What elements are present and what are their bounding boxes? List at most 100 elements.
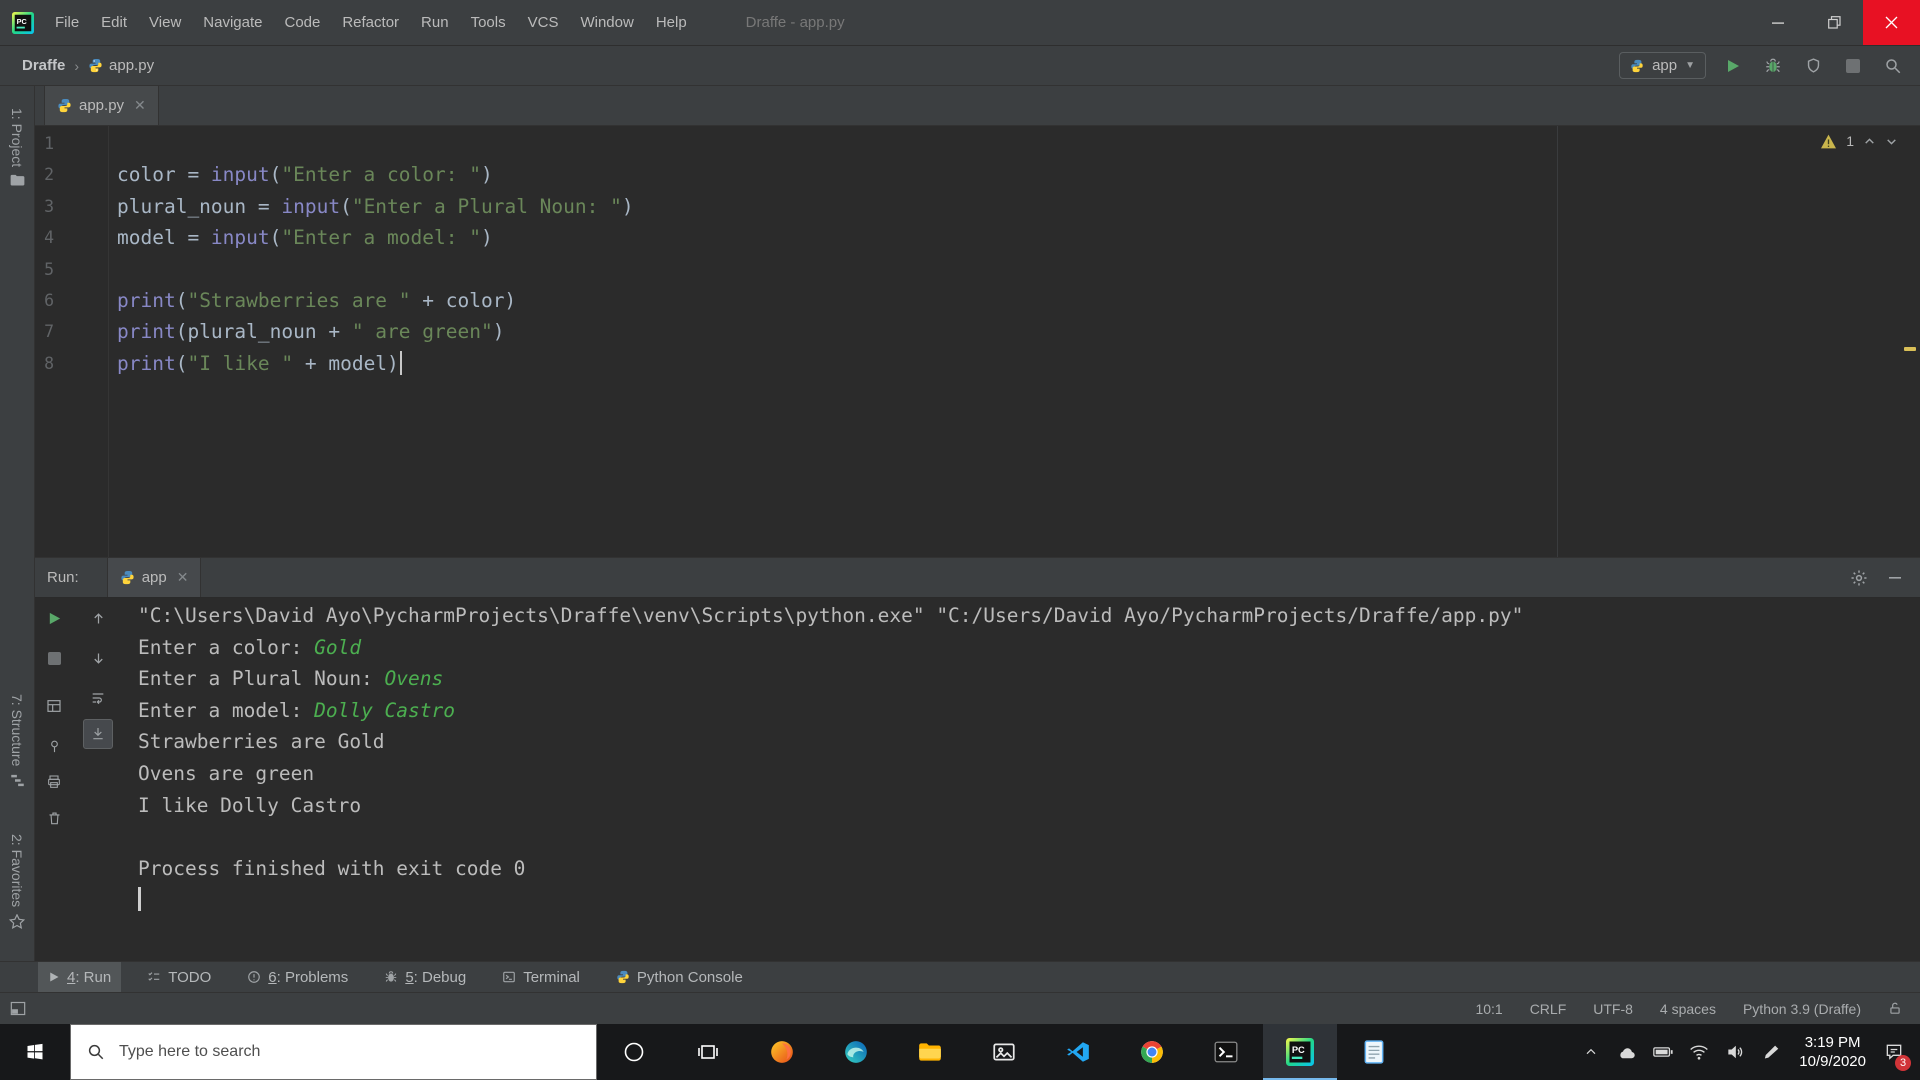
- tool-window-button-problems[interactable]: 6: Problems: [237, 962, 358, 992]
- line-number: 7: [44, 322, 54, 342]
- clear-console-button[interactable]: [39, 803, 69, 833]
- text-caret: [399, 350, 402, 375]
- console-line: I like Dolly Castro: [138, 793, 362, 817]
- todo-icon: [148, 972, 160, 981]
- notepad-icon[interactable]: [1337, 1024, 1411, 1080]
- tool-window-button-todo[interactable]: TODO: [137, 962, 221, 992]
- python-console-icon: [617, 970, 629, 984]
- taskbar-search[interactable]: [70, 1024, 597, 1080]
- menu-item-run[interactable]: Run: [410, 0, 460, 45]
- file-encoding[interactable]: UTF-8: [1593, 1001, 1633, 1017]
- breadcrumb-project[interactable]: Draffe: [22, 57, 65, 74]
- line-number: 5: [44, 259, 54, 279]
- task-view-button[interactable]: [671, 1024, 745, 1080]
- next-error-icon[interactable]: [1885, 135, 1898, 148]
- edge-icon[interactable]: [819, 1024, 893, 1080]
- chrome-icon[interactable]: [1115, 1024, 1189, 1080]
- volume-icon[interactable]: [1717, 1024, 1753, 1080]
- restore-layout-button[interactable]: [39, 691, 69, 721]
- run-configuration-select[interactable]: app ▼: [1619, 52, 1706, 79]
- line-separator[interactable]: CRLF: [1530, 1001, 1567, 1017]
- soft-wrap-button[interactable]: [83, 683, 113, 713]
- indent-style[interactable]: 4 spaces: [1660, 1001, 1716, 1017]
- search-input[interactable]: [117, 1042, 541, 1062]
- console-line: Strawberries are Gold: [138, 730, 385, 754]
- menu-item-view[interactable]: View: [138, 0, 192, 45]
- photos-icon[interactable]: [967, 1024, 1041, 1080]
- tab-app-py[interactable]: app.py ✕: [44, 86, 159, 125]
- rerun-button[interactable]: [39, 603, 69, 633]
- breadcrumb-file[interactable]: app.py: [88, 57, 154, 74]
- navigate-down-button[interactable]: [83, 643, 113, 673]
- menu-item-help[interactable]: Help: [645, 0, 698, 45]
- coverage-button[interactable]: [1800, 53, 1826, 79]
- action-center-button[interactable]: 3: [1876, 1024, 1912, 1080]
- code-editor[interactable]: 1 2 3 4 5 6 7 8 color = input("Enter a color: "…: [35, 126, 1920, 557]
- hide-panel-icon[interactable]: [1888, 571, 1902, 585]
- console-output[interactable]: "C:\Users\David Ayo\PycharmProjects\Draf…: [138, 600, 1912, 916]
- run-tab-label: app: [141, 569, 167, 586]
- file-explorer-icon[interactable]: [893, 1024, 967, 1080]
- menu-item-navigate[interactable]: Navigate: [192, 0, 273, 45]
- inspections-widget[interactable]: 1: [1820, 133, 1898, 149]
- taskbar-clock[interactable]: 3:19 PM 10/9/2020: [1789, 1033, 1876, 1071]
- menu-item-tools[interactable]: Tools: [460, 0, 517, 45]
- tool-window-button-run[interactable]: 4: Run: [38, 962, 122, 992]
- tool-window-button-python-console[interactable]: Python Console: [606, 962, 753, 992]
- navigate-up-button[interactable]: [83, 603, 113, 633]
- tab-close-icon[interactable]: ✕: [134, 97, 146, 114]
- close-button[interactable]: [1863, 0, 1920, 45]
- console-line: Ovens are green: [138, 761, 315, 785]
- tool-button-structure[interactable]: 7: Structure: [0, 694, 34, 788]
- lock-icon[interactable]: [1888, 1001, 1902, 1016]
- scroll-to-end-button[interactable]: [83, 719, 113, 749]
- prev-error-icon[interactable]: [1863, 135, 1876, 148]
- menu-item-file[interactable]: File: [44, 0, 90, 45]
- stop-button[interactable]: [1840, 53, 1866, 79]
- editor-code[interactable]: color = input("Enter a color: ") plural_n…: [109, 126, 1920, 557]
- tool-window-button-terminal[interactable]: Terminal: [492, 962, 590, 992]
- vscode-icon[interactable]: [1041, 1024, 1115, 1080]
- debug-tool-icon: [386, 971, 397, 982]
- network-wifi-icon[interactable]: [1681, 1024, 1717, 1080]
- caret-position[interactable]: 10:1: [1475, 1001, 1502, 1017]
- menu-item-code[interactable]: Code: [273, 0, 331, 45]
- menu-item-vcs[interactable]: VCS: [517, 0, 570, 45]
- menu-item-refactor[interactable]: Refactor: [331, 0, 410, 45]
- firefox-icon[interactable]: [745, 1024, 819, 1080]
- start-button[interactable]: [0, 1024, 70, 1080]
- run-tab-close-icon[interactable]: ✕: [177, 569, 189, 586]
- run-toolbar: app ▼: [1619, 52, 1920, 79]
- tool-window-button-debug[interactable]: 5: Debug: [374, 962, 476, 992]
- python-interpreter[interactable]: Python 3.9 (Draffe): [1743, 1001, 1861, 1017]
- tool-button-project[interactable]: 1: Project: [0, 108, 34, 187]
- tool-window-switcher-icon[interactable]: [0, 1001, 26, 1016]
- search-everywhere-icon[interactable]: [1880, 53, 1906, 79]
- menu-item-window[interactable]: Window: [569, 0, 644, 45]
- pin-button[interactable]: [39, 731, 69, 761]
- left-tool-stripe: 1: Project 7: Structure 2: Favorites: [0, 86, 35, 961]
- gear-icon[interactable]: [1850, 569, 1868, 587]
- cortana-button[interactable]: [597, 1024, 671, 1080]
- tray-chevron-up-icon[interactable]: [1573, 1024, 1609, 1080]
- command-prompt-icon[interactable]: [1189, 1024, 1263, 1080]
- onedrive-cloud-icon[interactable]: [1609, 1024, 1645, 1080]
- debug-button[interactable]: [1760, 53, 1786, 79]
- battery-icon[interactable]: [1645, 1024, 1681, 1080]
- navigation-bar: Draffe › app.py app ▼: [0, 46, 1920, 86]
- tool-button-favorites[interactable]: 2: Favorites: [0, 834, 34, 930]
- windows-ink-pen-icon[interactable]: [1753, 1024, 1789, 1080]
- line-number: 3: [44, 196, 54, 216]
- line-number: 2: [44, 165, 54, 185]
- pycharm-taskbar-icon[interactable]: PC: [1263, 1024, 1337, 1080]
- restore-button[interactable]: [1806, 0, 1863, 45]
- stop-console-button[interactable]: [39, 643, 69, 673]
- tool-window-bar: 4: Run TODO 6: Problems 5: Debug Termina…: [0, 961, 1920, 992]
- run-button[interactable]: [1720, 53, 1746, 79]
- run-tab-app[interactable]: app ✕: [106, 558, 202, 597]
- run-console[interactable]: "C:\Users\David Ayo\PycharmProjects\Draf…: [35, 598, 1920, 961]
- error-stripe-warning-mark[interactable]: [1904, 347, 1916, 351]
- menu-item-edit[interactable]: Edit: [90, 0, 138, 45]
- minimize-button[interactable]: [1749, 0, 1806, 45]
- print-button[interactable]: [39, 767, 69, 797]
